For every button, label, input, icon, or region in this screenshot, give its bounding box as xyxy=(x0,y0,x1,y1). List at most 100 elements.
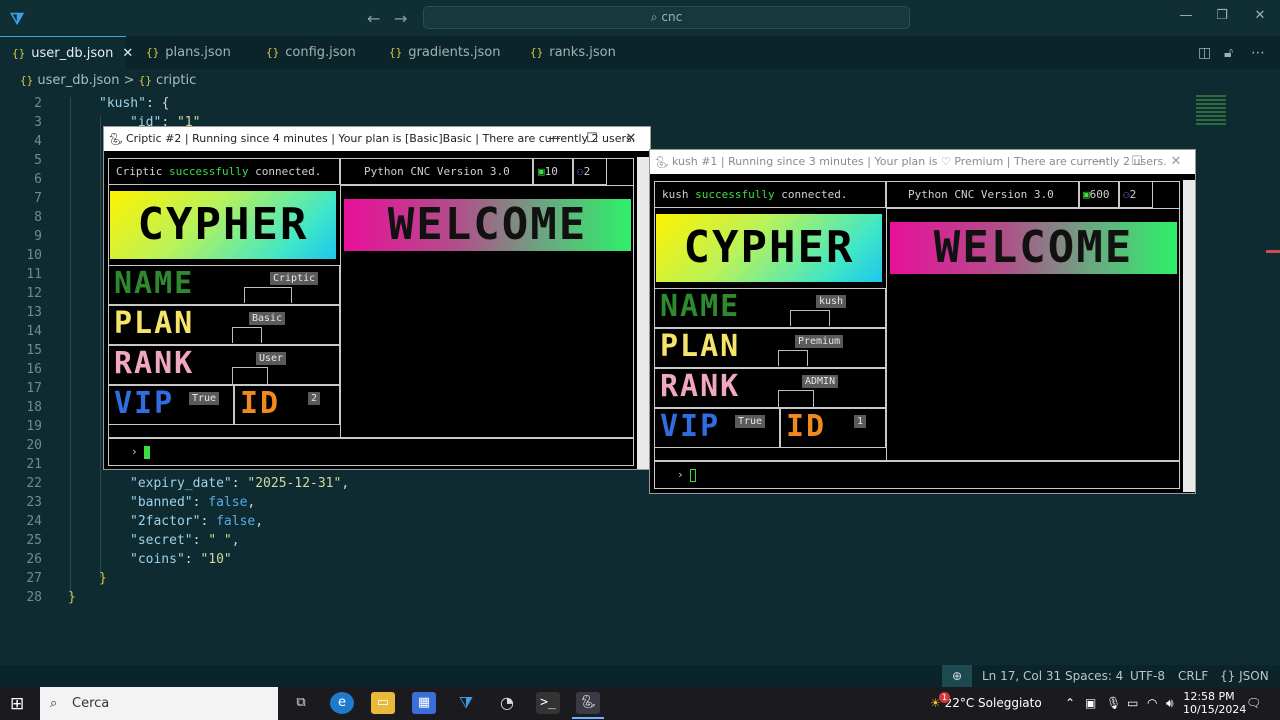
microphone-icon[interactable]: 🎙︎ xyxy=(1106,687,1121,720)
minimize-icon[interactable]: — xyxy=(539,127,569,151)
scrollbar[interactable] xyxy=(637,157,649,469)
file-explorer-icon[interactable]: ▭ xyxy=(371,692,395,714)
battery-icon[interactable]: ▭ xyxy=(1127,687,1138,720)
scrollbar[interactable] xyxy=(1183,180,1195,492)
line-number: 27 xyxy=(26,571,42,586)
version-text: Python CNC Version 3.0 xyxy=(908,188,1054,201)
tab-user-db[interactable]: {} user_db.json ✕ xyxy=(0,36,133,69)
zoom-icon[interactable]: ⊕ xyxy=(942,665,972,687)
store-icon[interactable]: ▦ xyxy=(412,692,436,714)
line-number: 2 xyxy=(34,96,42,111)
python-taskbar-icon[interactable]: 🐍︎ xyxy=(576,692,600,714)
tab-close-icon[interactable]: ✕ xyxy=(122,46,133,61)
vscode-taskbar-icon[interactable]: ⧩ xyxy=(454,692,478,714)
terminal-cursor[interactable] xyxy=(690,469,696,482)
code-line-28: } xyxy=(68,590,76,605)
connection-status: Criptic successfully connected. xyxy=(116,165,321,178)
line-ending[interactable]: CRLF xyxy=(1178,665,1208,687)
tab-plans[interactable]: {} plans.json xyxy=(134,36,231,69)
connected-text: connected. xyxy=(781,188,848,201)
indent-guide xyxy=(100,116,101,578)
minimize-icon[interactable]: — xyxy=(1176,8,1196,23)
clock[interactable]: 12:58 PM 10/15/2024 xyxy=(1183,690,1247,716)
split-editor-icon[interactable]: ◫ xyxy=(1198,45,1211,61)
forward-arrow-icon[interactable]: → xyxy=(394,9,407,28)
taskbar-search[interactable]: ⌕ Cerca xyxy=(40,687,278,720)
volume-icon[interactable]: 🔊︎ xyxy=(1166,687,1174,720)
json-key: "secret" xyxy=(130,533,193,548)
wifi-icon[interactable]: ◠ xyxy=(1147,687,1157,720)
notifications-icon[interactable]: 🗨︎ xyxy=(1246,687,1261,720)
id-value: 2 xyxy=(308,392,321,405)
minimap[interactable] xyxy=(1196,95,1226,125)
active-app-indicator xyxy=(572,717,604,719)
cursor-position[interactable]: Ln 17, Col 31 xyxy=(982,665,1061,687)
plan-value: Premium xyxy=(795,335,844,348)
breadcrumb[interactable]: {} user_db.json > {} criptic xyxy=(20,73,196,88)
id-value: 1 xyxy=(854,415,867,428)
users-stat: ⚇2 xyxy=(577,165,590,178)
tab-label: ranks.json xyxy=(549,45,616,60)
breadcrumb-file[interactable]: user_db.json xyxy=(37,73,119,88)
name-value: Criptic xyxy=(270,272,319,285)
breadcrumb-separator: > xyxy=(123,73,135,88)
line-number: 16 xyxy=(26,362,42,377)
users-stat: ⚇2 xyxy=(1123,188,1136,201)
close-icon[interactable]: ✕ xyxy=(1161,150,1191,174)
success-word: successfully xyxy=(168,165,249,178)
line-number: 17 xyxy=(26,381,42,396)
code-line-25: "secret": " ", xyxy=(130,533,240,548)
maximize-icon[interactable]: ☐ xyxy=(577,127,607,151)
right-panel xyxy=(340,185,634,438)
time-text: 12:58 PM xyxy=(1183,690,1235,703)
back-arrow-icon[interactable]: ← xyxy=(367,9,380,28)
users-icon: ⚇ xyxy=(1123,188,1130,201)
json-value: false xyxy=(216,514,256,529)
terminal-cursor[interactable] xyxy=(144,446,150,459)
line-number: 3 xyxy=(34,115,42,130)
json-value: false xyxy=(208,495,248,510)
connector-line xyxy=(778,350,808,366)
windows-start-icon[interactable]: ⊞ xyxy=(10,694,24,714)
terminal-icon[interactable]: >_ xyxy=(536,692,560,714)
lock-icon[interactable]: 🔓︎ xyxy=(1224,45,1233,61)
encoding[interactable]: UTF-8 xyxy=(1130,665,1165,687)
restore-icon[interactable]: ❐ xyxy=(1212,8,1232,23)
task-view-icon[interactable]: ⧉ xyxy=(289,692,313,714)
tab-gradients[interactable]: {} gradients.json xyxy=(377,36,501,69)
search-icon: ⌕ xyxy=(650,10,662,24)
minimize-icon[interactable]: — xyxy=(1084,150,1114,174)
tab-label: user_db.json xyxy=(31,46,114,61)
input-frame xyxy=(654,461,1180,489)
chevron-up-icon[interactable]: ⌃ xyxy=(1065,687,1075,720)
line-number: 25 xyxy=(26,533,42,548)
success-word: successfully xyxy=(695,188,775,201)
more-icon[interactable]: ⋯ xyxy=(1251,45,1265,61)
vip-label: VIP xyxy=(660,409,721,444)
line-number: 8 xyxy=(34,210,42,225)
indentation[interactable]: Spaces: 4 xyxy=(1065,665,1123,687)
close-icon[interactable]: ✕ xyxy=(616,127,646,151)
scrollbar-marker xyxy=(1266,250,1280,253)
performance-icon[interactable]: ◔ xyxy=(495,692,519,714)
json-key: "coins" xyxy=(130,552,185,567)
connection-status: kush successfully connected. xyxy=(662,188,847,201)
command-search-input[interactable]: ⌕ cnc xyxy=(423,6,910,29)
breadcrumb-symbol[interactable]: criptic xyxy=(156,73,196,88)
maximize-icon[interactable]: ☐ xyxy=(1122,150,1152,174)
tab-ranks[interactable]: {} ranks.json xyxy=(518,36,616,69)
search-icon: ⌕ xyxy=(50,696,58,711)
edge-icon[interactable]: e xyxy=(330,692,354,714)
json-icon: {} xyxy=(12,47,26,60)
coins-stat: ▣600 xyxy=(1083,188,1110,201)
language-mode[interactable]: {} JSON xyxy=(1220,665,1269,687)
console-window-kush[interactable]: 🐍︎ kush #1 | Running since 3 minutes | Y… xyxy=(649,149,1196,494)
console-window-criptic[interactable]: 🐍︎ Criptic #2 | Running since 4 minutes … xyxy=(103,126,651,470)
meet-icon[interactable]: ▣ xyxy=(1085,687,1096,720)
close-icon[interactable]: ✕ xyxy=(1250,8,1270,23)
name-label: NAME xyxy=(660,289,741,324)
tab-config[interactable]: {} config.json xyxy=(254,36,356,69)
line-number: 19 xyxy=(26,419,42,434)
date-text: 10/15/2024 xyxy=(1183,703,1247,716)
line-number: 5 xyxy=(34,153,42,168)
